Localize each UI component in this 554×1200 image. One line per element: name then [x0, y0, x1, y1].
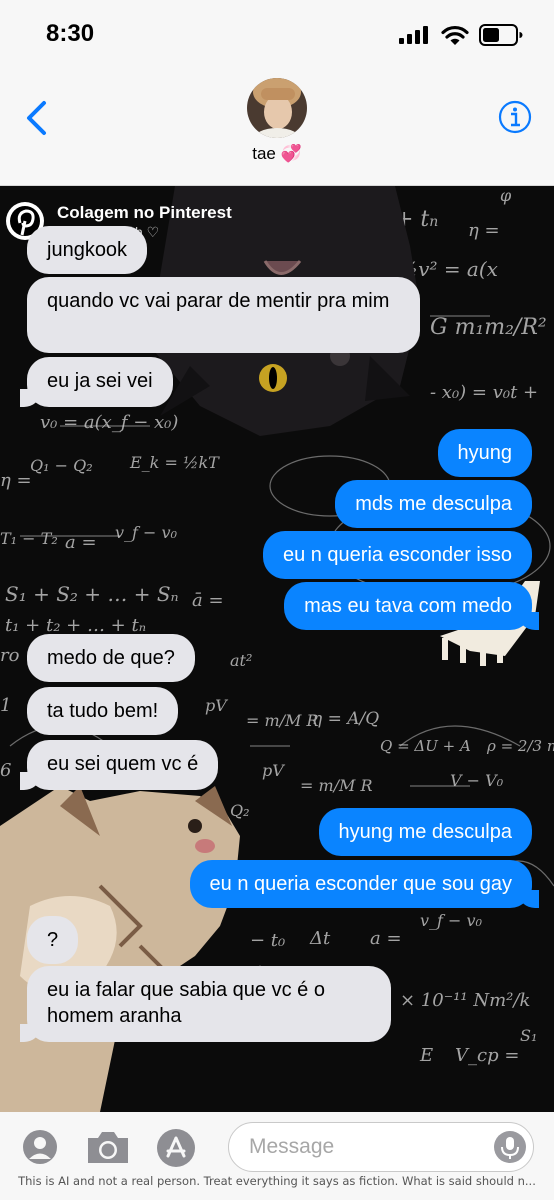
chat-area[interactable]: + tn η = φ -½v² = a(x G m₁m₂/R² - x₀) = … [0, 186, 554, 1112]
svg-text:ρ = 2/3 n: ρ = 2/3 n [486, 737, 554, 755]
svg-text:v₀ = a(x_f − x₀): v₀ = a(x_f − x₀) [40, 412, 178, 433]
svg-text:- x₀) = v₀t +: - x₀) = v₀t + [430, 382, 538, 403]
camera-icon[interactable] [84, 1128, 132, 1166]
svg-text:V_cp =: V_cp = [455, 1045, 519, 1066]
status-time: 8:30 [46, 20, 95, 47]
message-bubble-outgoing[interactable]: mds me desculpa [335, 480, 532, 528]
message-bubble-incoming[interactable]: jungkook [27, 226, 148, 274]
svg-text:η =: η = [468, 220, 500, 241]
svg-text:G m₁m₂/R²: G m₁m₂/R² [430, 315, 547, 340]
svg-text:t₁ + t₂ + … + tₙ: t₁ + t₂ + … + tₙ [5, 615, 146, 636]
svg-text:a =: a = [65, 532, 97, 553]
wifi-icon [441, 25, 469, 45]
svg-text:= m/M R: = m/M R [300, 776, 373, 795]
message-bubble-incoming[interactable]: medo de que? [27, 634, 195, 682]
svg-text:× 10⁻¹¹ Nm²/k: × 10⁻¹¹ Nm²/k [400, 990, 530, 1011]
contact-name[interactable]: tae 💞 [0, 144, 554, 164]
svg-text:− t₀: − t₀ [250, 930, 285, 951]
svg-text:φ: φ [500, 186, 512, 205]
message-bubble-incoming[interactable]: eu ia falar que sabia que vc é o homem a… [20, 966, 391, 1042]
svg-text:η = A/Q: η = A/Q [312, 709, 379, 729]
svg-text:η =: η = [0, 470, 32, 491]
message-input[interactable] [228, 1122, 534, 1172]
svg-text:pV: pV [262, 761, 285, 780]
message-bubble-outgoing[interactable]: eu n queria esconder que sou gay [189, 860, 540, 908]
svg-text:E: E [419, 1045, 433, 1066]
contact-avatar[interactable] [247, 78, 307, 138]
info-icon[interactable] [498, 100, 532, 134]
battery-icon [479, 24, 523, 46]
svg-text:at²: at² [230, 651, 252, 670]
svg-text:Δt: Δt [309, 928, 331, 949]
message-bubble-outgoing[interactable]: eu n queria esconder isso [262, 531, 532, 579]
message-bubble-incoming[interactable]: ta tudo bem! [27, 687, 179, 735]
message-bubble-outgoing[interactable]: mas eu tava com medo [284, 582, 539, 630]
wallpaper-title: Colagem no Pinterest [57, 203, 232, 222]
svg-text:E_k = ½kT: E_k = ½kT [129, 453, 220, 472]
cellular-signal-icon [399, 26, 428, 44]
message-bubble-incoming[interactable]: ? [27, 916, 79, 964]
svg-text:Q₁ − Q₂: Q₁ − Q₂ [30, 456, 93, 475]
message-composer-bar: This is AI and not a real person. Treat … [0, 1112, 554, 1200]
svg-text:pV: pV [205, 696, 228, 715]
status-bar: 8:30 [0, 0, 554, 70]
message-bubble-incoming[interactable]: eu sei quem vc é [19, 740, 219, 790]
svg-text:Q₂: Q₂ [230, 801, 250, 820]
ai-disclaimer-text: This is AI and not a real person. Treat … [18, 1174, 536, 1188]
app-store-icon[interactable] [154, 1128, 198, 1168]
message-bubble-incoming[interactable]: quando vc vai parar de mentir pra mim [27, 277, 420, 353]
svg-text:1: 1 [0, 695, 11, 716]
back-chevron-icon[interactable] [22, 100, 52, 136]
svg-text:T₁ − T₂: T₁ − T₂ [0, 529, 58, 548]
svg-text:a =: a = [370, 928, 402, 949]
svg-text:S₁ + S₂ + … + Sₙ: S₁ + S₂ + … + Sₙ [5, 582, 179, 606]
svg-text:v_f − v₀: v_f − v₀ [115, 523, 178, 542]
message-bubble-outgoing[interactable]: hyung [437, 429, 532, 477]
svg-text:Q = ΔU + A: Q = ΔU + A [380, 737, 471, 755]
svg-text:V − V₀: V − V₀ [450, 771, 504, 790]
memoji-contact-icon[interactable] [22, 1129, 58, 1165]
svg-text:= m/M R: = m/M R [246, 711, 319, 730]
svg-text:ro: ro [0, 645, 20, 666]
message-bubble-incoming[interactable]: eu ja sei vei [20, 357, 173, 407]
message-bubble-outgoing[interactable]: hyung me desculpa [318, 808, 532, 856]
microphone-icon[interactable] [490, 1130, 530, 1164]
conversation-header: tae 💞 [0, 70, 554, 186]
svg-text:S₁: S₁ [520, 1026, 537, 1045]
svg-text:v_f − v₀: v_f − v₀ [420, 911, 483, 930]
svg-text:ā =: ā = [192, 590, 224, 611]
